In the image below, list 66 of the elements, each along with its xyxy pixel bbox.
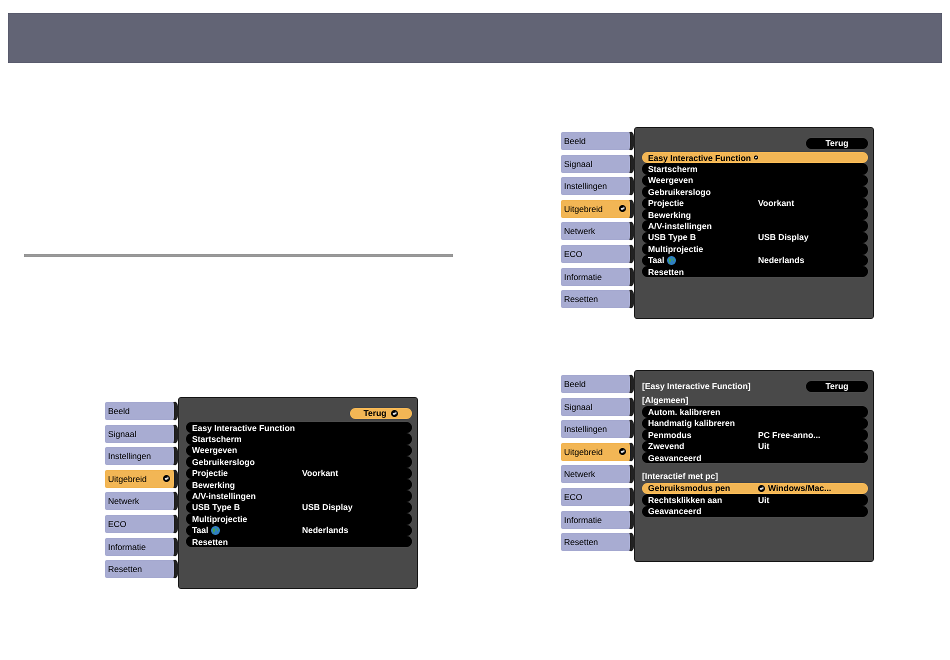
menu-tab[interactable]: ECO (560, 244, 634, 264)
menu-tab[interactable]: Uitgebreid (560, 442, 634, 462)
menu-item[interactable]: USB Type B USB Display (186, 502, 412, 514)
menu-item[interactable]: Easy Interactive Function (642, 152, 868, 164)
menu-tab[interactable]: Uitgebreid (104, 468, 178, 489)
menu-item[interactable]: Geavanceerd (642, 452, 868, 464)
enter-icon (754, 154, 758, 162)
menu-item[interactable]: Handmatig kalibreren (642, 418, 868, 430)
menu-item[interactable]: Startscherm (642, 163, 868, 175)
menu-tab[interactable]: ECO (104, 514, 178, 534)
menu-tab[interactable]: Informatie (560, 510, 634, 530)
menu-item[interactable]: Projectie Voorkant (642, 198, 868, 209)
menu-tab[interactable]: Netwerk (560, 221, 634, 242)
menu-item[interactable]: Zwevend Uit (642, 440, 868, 452)
menu-tab[interactable]: Informatie (560, 266, 634, 287)
menu-item[interactable]: Resetten (642, 266, 868, 278)
menu-tab[interactable]: Signaal (560, 396, 634, 417)
menu-item[interactable]: Gebruiksmodus pen Windows/Mac... (642, 482, 868, 494)
menu-item[interactable]: Gebruikerslogo (186, 456, 412, 468)
section-heading: [Algemeen] (642, 395, 690, 406)
enter-icon (619, 448, 626, 456)
menu-tab[interactable]: Signaal (104, 424, 178, 444)
menu-item[interactable]: Penmodus PC Free-anno... (642, 429, 868, 441)
menu-item[interactable]: Taal Nederlands (642, 254, 868, 266)
menu-item[interactable]: Startscherm (186, 433, 412, 445)
menu-tab[interactable]: Beeld (560, 131, 634, 151)
menu-item[interactable]: A/V-instellingen (642, 220, 868, 232)
menu-tab[interactable]: Netwerk (104, 491, 178, 512)
back-button[interactable]: Terug (806, 380, 868, 392)
menu-tab[interactable]: Netwerk (560, 464, 634, 484)
menu-item[interactable]: A/V-instellingen (186, 490, 412, 502)
enter-icon (391, 410, 398, 416)
menu-item[interactable]: Bewerking (642, 208, 868, 220)
menu-tab[interactable]: Resetten (560, 532, 634, 552)
menu-item[interactable]: Projectie Voorkant (186, 468, 412, 479)
menu-tab[interactable]: Instellingen (560, 176, 634, 196)
menu-item[interactable]: Multiprojectie (642, 243, 868, 255)
menu-item[interactable]: Resetten (186, 536, 412, 548)
menu-item[interactable]: Geavanceerd (642, 506, 868, 517)
menu-tab[interactable]: Informatie (104, 536, 178, 557)
section-heading: [Interactief met pc] (642, 471, 720, 483)
menu-title: [Easy Interactive Function] (642, 381, 751, 391)
enter-icon (619, 205, 626, 212)
menu-item[interactable]: Multiprojectie (186, 513, 412, 525)
back-button[interactable]: Terug (350, 408, 412, 418)
menu-item[interactable]: Gebruikerslogo (642, 186, 868, 198)
menu-tab[interactable]: Beeld (104, 401, 178, 421)
menu-tab[interactable]: Resetten (560, 289, 634, 310)
menu-item[interactable]: Easy Interactive Function (186, 422, 412, 434)
menu-tab[interactable]: Beeld (560, 374, 634, 394)
menu-item[interactable]: Autom. kalibreren (642, 406, 868, 418)
menu-item[interactable]: Taal Nederlands (186, 524, 412, 536)
back-button[interactable]: Terug (806, 138, 868, 148)
enter-icon (758, 484, 765, 492)
menu-tab[interactable]: Instellingen (104, 446, 178, 466)
menu-tab[interactable]: Resetten (104, 559, 178, 580)
menu-tab[interactable]: Signaal (560, 154, 634, 174)
menu-tab[interactable]: Uitgebreid (560, 198, 634, 219)
enter-icon (163, 475, 170, 482)
menu-tab[interactable]: Instellingen (560, 419, 634, 440)
menu-item[interactable]: USB Type B USB Display (642, 232, 868, 244)
menu-item[interactable]: Bewerking (186, 478, 412, 490)
menu-item[interactable]: Weergeven (186, 444, 412, 456)
menu-item[interactable]: Rechtsklikken aan Uit (642, 494, 868, 506)
menu-tab[interactable]: ECO (560, 486, 634, 507)
menu-item[interactable]: Weergeven (642, 174, 868, 186)
